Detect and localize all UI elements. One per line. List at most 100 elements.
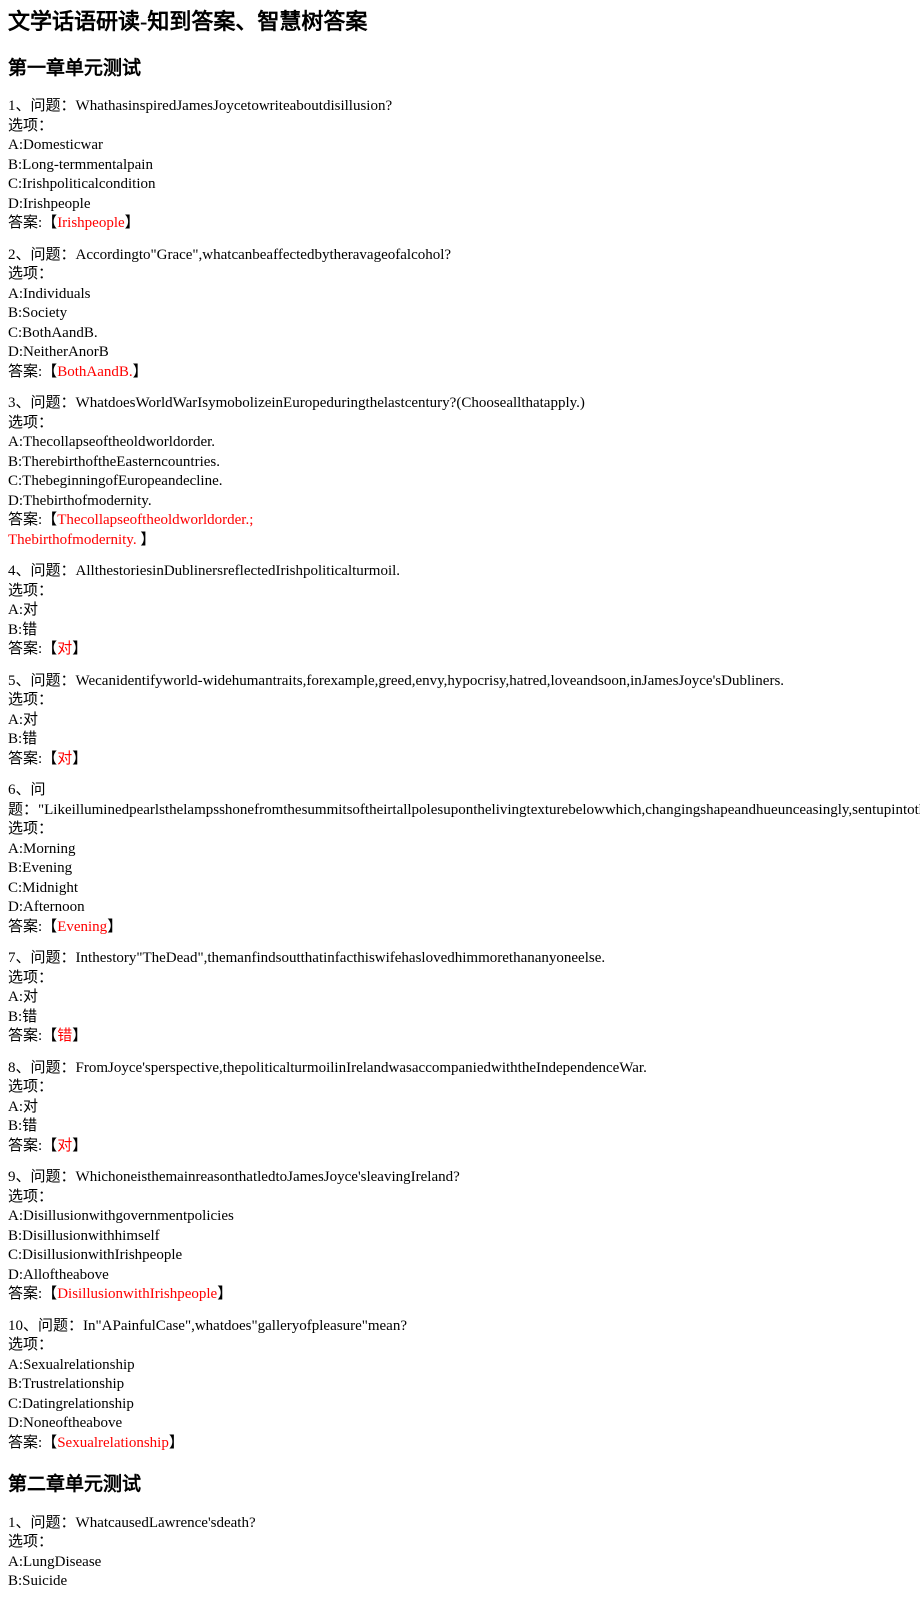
option-item: B:错	[8, 1008, 912, 1028]
question-line: 5、问题：Wecanidentifyworld-widehumantraits,…	[8, 672, 912, 692]
option-item: A:对	[8, 988, 912, 1008]
option-item: B:错	[8, 621, 912, 641]
question-block: 6、问题："Likeilluminedpearlsthelampsshonefr…	[8, 781, 912, 937]
question-sep: 、	[16, 247, 31, 263]
answer-label: 答案:	[8, 1435, 42, 1451]
answer-label: 答案:	[8, 1286, 42, 1302]
question-text: WhathasinspiredJamesJoycetowriteaboutdis…	[76, 98, 393, 114]
chapter-heading: 第一章单元测试	[8, 57, 912, 82]
answer-bracket-close: 】	[169, 1435, 184, 1451]
answer-bracket-open: 【	[42, 1138, 57, 1154]
question-block: 8、问题：FromJoyce'sperspective,thepolitical…	[8, 1059, 912, 1157]
question-label-a: 问	[31, 782, 46, 798]
option-item: C:Irishpoliticalcondition	[8, 175, 912, 195]
option-item: B:Evening	[8, 859, 912, 879]
answer-bracket-open: 【	[42, 215, 57, 231]
answer-text: Evening	[57, 919, 107, 935]
answer-line: 答案:【BothAandB.】	[8, 363, 912, 383]
answer-label: 答案:	[8, 512, 42, 528]
option-item: C:Midnight	[8, 879, 912, 899]
question-number: 10	[8, 1318, 23, 1334]
content-container: 第一章单元测试 1、问题：WhathasinspiredJamesJoycetow…	[8, 57, 912, 1592]
option-item: A:对	[8, 1098, 912, 1118]
answer-bracket-open: 【	[42, 1435, 57, 1451]
question-line: 1、问题：WhatcausedLawrence'sdeath?	[8, 1514, 912, 1534]
option-item: A:对	[8, 601, 912, 621]
question-block: 7、问题：Inthestory"TheDead",themanfindsoutt…	[8, 949, 912, 1047]
question-label: 问题：	[31, 563, 76, 579]
answer-line: 答案:【Irishpeople】	[8, 214, 912, 234]
question-text: "Likeilluminedpearlsthelampsshonefromthe…	[38, 802, 920, 818]
question-text: Inthestory"TheDead",themanfindsoutthatin…	[76, 950, 606, 966]
question-text: WhatdoesWorldWarIsymobolizeinEuropedurin…	[76, 395, 585, 411]
question-line: 8、问题：FromJoyce'sperspective,thepolitical…	[8, 1059, 912, 1079]
answer-bracket-close: 】	[107, 919, 122, 935]
answer-line: 答案:【对】	[8, 1137, 912, 1157]
question-line: 10、问题：In"APainfulCase",whatdoes"galleryo…	[8, 1317, 912, 1337]
answer-line: Thebirthofmodernity. 】	[8, 531, 912, 551]
answer-line: 答案:【对】	[8, 640, 912, 660]
question-line: 2、问题：Accordingto"Grace",whatcanbeaffecte…	[8, 246, 912, 266]
question-block: 1、问题：WhathasinspiredJamesJoycetowriteabo…	[8, 97, 912, 234]
options-label: 选项：	[8, 1078, 912, 1098]
question-sep: 、	[16, 1169, 31, 1185]
option-item: D:Irishpeople	[8, 195, 912, 215]
question-label: 问题：	[31, 1515, 76, 1531]
options-label: 选项：	[8, 1533, 912, 1553]
options-label: 选项：	[8, 414, 912, 434]
answer-bracket-open: 【	[42, 919, 57, 935]
answer-text: Thebirthofmodernity.	[8, 532, 140, 548]
options-label: 选项：	[8, 820, 912, 840]
option-item: A:Disillusionwithgovernmentpolicies	[8, 1207, 912, 1227]
answer-label: 答案:	[8, 215, 42, 231]
question-text: FromJoyce'sperspective,thepoliticalturmo…	[76, 1060, 647, 1076]
option-item: A:Morning	[8, 840, 912, 860]
option-item: C:ThebeginningofEuropeandecline.	[8, 472, 912, 492]
question-block: 5、问题：Wecanidentifyworld-widehumantraits,…	[8, 672, 912, 770]
option-item: D:Alloftheabove	[8, 1266, 912, 1286]
answer-text: Sexualrelationship	[57, 1435, 169, 1451]
answer-text: BothAandB.	[57, 364, 132, 380]
answer-text: 对	[57, 1138, 72, 1154]
answer-text: Irishpeople	[57, 215, 124, 231]
options-label: 选项：	[8, 582, 912, 602]
option-item: A:LungDisease	[8, 1553, 912, 1573]
question-line: 9、问题：WhichoneisthemainreasonthatledtoJam…	[8, 1168, 912, 1188]
question-block: 1、问题：WhatcausedLawrence'sdeath?选项：A:Lung…	[8, 1514, 912, 1592]
question-label: 问题：	[31, 247, 76, 263]
answer-bracket-open: 【	[42, 1028, 57, 1044]
question-sep: 、	[16, 395, 31, 411]
answer-text: DisillusionwithIrishpeople	[57, 1286, 217, 1302]
option-item: B:Society	[8, 304, 912, 324]
option-item: C:BothAandB.	[8, 324, 912, 344]
option-item: D:NeitherAnorB	[8, 343, 912, 363]
option-item: D:Afternoon	[8, 898, 912, 918]
question-block: 9、问题：WhichoneisthemainreasonthatledtoJam…	[8, 1168, 912, 1305]
question-sep: 、	[16, 1060, 31, 1076]
question-number: 9	[8, 1169, 16, 1185]
answer-bracket-close: 】	[72, 1138, 87, 1154]
question-sep: 、	[23, 1318, 38, 1334]
option-item: A:对	[8, 711, 912, 731]
answer-bracket-close: 】	[133, 364, 148, 380]
answer-label: 答案:	[8, 1138, 42, 1154]
answer-line: 答案:【Thecollapseoftheoldworldorder.;	[8, 511, 912, 531]
option-item: A:Sexualrelationship	[8, 1356, 912, 1376]
question-label: 问题：	[31, 950, 76, 966]
answer-text: 错	[57, 1028, 72, 1044]
question-line: 7、问题：Inthestory"TheDead",themanfindsoutt…	[8, 949, 912, 969]
question-text: AllthestoriesinDublinersreflectedIrishpo…	[76, 563, 401, 579]
options-label: 选项：	[8, 691, 912, 711]
answer-bracket-open: 【	[42, 364, 57, 380]
question-block: 2、问题：Accordingto"Grace",whatcanbeaffecte…	[8, 246, 912, 383]
option-item: B:TherebirthoftheEasterncountries.	[8, 453, 912, 473]
option-item: B:Disillusionwithhimself	[8, 1227, 912, 1247]
answer-label: 答案:	[8, 364, 42, 380]
question-line: 1、问题：WhathasinspiredJamesJoycetowriteabo…	[8, 97, 912, 117]
option-item: B:Trustrelationship	[8, 1375, 912, 1395]
option-item: B:错	[8, 1117, 912, 1137]
question-sep: 、	[16, 673, 31, 689]
question-label: 问题：	[31, 673, 76, 689]
question-text: WhichoneisthemainreasonthatledtoJamesJoy…	[76, 1169, 460, 1185]
answer-bracket-open: 【	[42, 512, 57, 528]
